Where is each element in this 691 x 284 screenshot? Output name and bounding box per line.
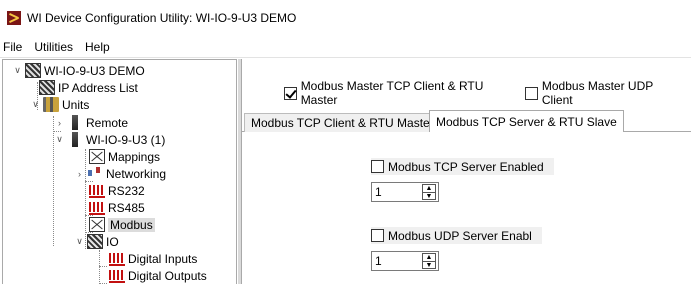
unit-icon (72, 115, 78, 130)
tab-tcp-client-rtu-master[interactable]: Modbus TCP Client & RTU Master (244, 113, 441, 132)
tree-item-label: IO (106, 234, 119, 249)
modbus-icon (89, 217, 105, 232)
spinner: ▲ ▼ (422, 253, 436, 269)
chevron-down-icon[interactable]: ∨ (13, 65, 22, 75)
tree-item-label: WI-IO-9-U3 (1) (86, 132, 166, 147)
digital-outputs-icon (109, 268, 125, 283)
tree-item-label: IP Address List (58, 80, 138, 95)
tree-item-units[interactable]: ∨ Units (31, 96, 89, 113)
tree-item-label: RS485 (108, 200, 145, 215)
tab-content: Modbus TCP Server Enabled 1 ▲ ▼ Modbus U… (242, 132, 691, 284)
tree-item-label: Mappings (108, 149, 161, 164)
chevron-down-icon[interactable]: ∨ (55, 134, 64, 144)
device-icon (25, 63, 41, 78)
tree-item-label: Networking (106, 166, 167, 181)
device-list-icon (39, 80, 55, 95)
tcp-server-enabled-row: Modbus TCP Server Enabled (371, 158, 554, 175)
tcp-server-enabled-checkbox[interactable] (371, 160, 384, 173)
udp-server-unit-stepper[interactable]: 1 ▲ ▼ (371, 251, 439, 271)
tree-item-digital-outputs[interactable]: Digital Outputs (109, 267, 207, 284)
serial-port-icon (89, 183, 105, 198)
tree-item-networking[interactable]: › Networking (75, 165, 166, 182)
tree-item-rs485[interactable]: RS485 (89, 199, 145, 216)
device-tree[interactable]: ∨ WI-IO-9-U3 DEMO IP Address List ∨ Unit… (2, 59, 237, 284)
modbus-config-panel: Modbus Master TCP Client & RTU Master Mo… (241, 59, 691, 284)
spin-up-icon[interactable]: ▲ (423, 254, 435, 262)
udp-server-enabled-checkbox[interactable] (371, 229, 384, 242)
tree-item-label: Units (62, 97, 90, 112)
tree-item-ip-address-list[interactable]: IP Address List (39, 79, 138, 96)
udp-server-unit-value[interactable]: 1 (372, 254, 422, 268)
networking-icon (87, 166, 103, 181)
wi-logo-icon (7, 11, 21, 25)
io-icon (87, 234, 103, 249)
tree-item-digital-inputs[interactable]: Digital Inputs (109, 250, 197, 267)
master-tcp-rtu-checkbox[interactable] (284, 86, 297, 100)
title-bar: WI Device Configuration Utility: WI-IO-9… (0, 0, 691, 36)
tree-item-unit[interactable]: ∨ WI-IO-9-U3 (1) (55, 131, 165, 148)
tree-item-label: Digital Inputs (128, 251, 198, 266)
menu-bar: File Utilities Help (0, 36, 691, 58)
tcp-server-unit-stepper[interactable]: 1 ▲ ▼ (371, 182, 439, 202)
tree-item-mappings[interactable]: Mappings (89, 148, 160, 165)
master-udp-label: Modbus Master UDP Client (541, 79, 654, 107)
tree-item-io[interactable]: ∨ IO (75, 233, 119, 250)
spin-down-icon[interactable]: ▼ (423, 193, 435, 200)
menu-help[interactable]: Help (79, 40, 116, 54)
tcp-server-enabled-label: Modbus TCP Server Enabled (388, 159, 544, 174)
menu-utilities[interactable]: Utilities (28, 40, 79, 54)
digital-inputs-icon (109, 251, 125, 266)
tcp-server-unit-value[interactable]: 1 (372, 185, 422, 199)
spinner: ▲ ▼ (422, 184, 436, 200)
spin-down-icon[interactable]: ▼ (423, 262, 435, 269)
tree-item-remote[interactable]: › Remote (55, 114, 128, 131)
tree-item-label: RS232 (108, 183, 145, 198)
udp-server-enabled-row: Modbus UDP Server Enabl (371, 227, 542, 244)
master-options: Modbus Master TCP Client & RTU Master Mo… (284, 79, 691, 107)
chevron-right-icon[interactable]: › (55, 118, 64, 128)
udp-server-enabled-label: Modbus UDP Server Enabl (388, 228, 532, 243)
tree-item-modbus[interactable]: Modbus (89, 216, 155, 233)
tree-item-label: WI-IO-9-U3 DEMO (44, 63, 145, 78)
mappings-icon (89, 149, 105, 164)
chevron-down-icon[interactable]: ∨ (31, 99, 40, 109)
modbus-tabs: Modbus TCP Client & RTU Master Modbus TC… (242, 110, 691, 133)
tree-item-rs232[interactable]: RS232 (89, 182, 145, 199)
tree-item-label: Modbus (108, 217, 155, 232)
window-title: WI Device Configuration Utility: WI-IO-9… (27, 11, 297, 25)
unit-icon (72, 132, 78, 147)
chevron-down-icon[interactable]: ∨ (75, 236, 84, 246)
menu-file[interactable]: File (0, 40, 28, 54)
tree-item-root[interactable]: ∨ WI-IO-9-U3 DEMO (13, 62, 145, 79)
tree-item-label: Remote (86, 115, 129, 130)
serial-port-icon (89, 200, 105, 215)
tree-item-label: Digital Outputs (128, 268, 207, 283)
master-udp-checkbox[interactable] (525, 86, 538, 100)
tab-tcp-server-rtu-slave[interactable]: Modbus TCP Server & RTU Slave (429, 110, 624, 133)
spin-up-icon[interactable]: ▲ (423, 185, 435, 193)
units-icon (43, 97, 59, 112)
master-tcp-rtu-label: Modbus Master TCP Client & RTU Master (300, 79, 484, 107)
chevron-right-icon[interactable]: › (75, 169, 84, 179)
